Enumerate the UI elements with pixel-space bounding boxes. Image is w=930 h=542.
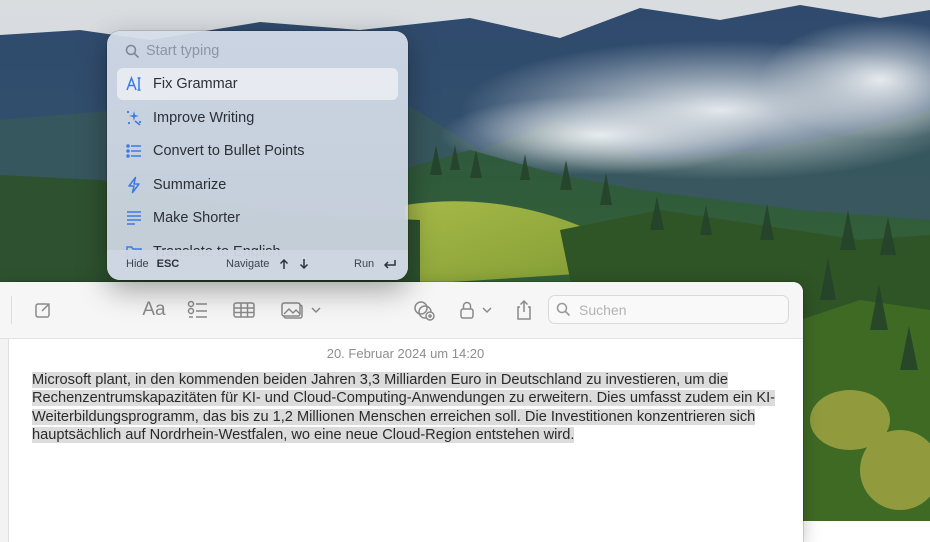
- note-body-text[interactable]: Microsoft plant, in den kommenden beiden…: [32, 371, 778, 445]
- menu-item-summarize[interactable]: Summarize: [117, 169, 398, 201]
- lock-button[interactable]: [456, 296, 496, 324]
- search-icon: [125, 44, 140, 58]
- menu-item-convert-bullet-points[interactable]: Convert to Bullet Points: [117, 135, 398, 167]
- note-date: 20. Februar 2024 um 14:20: [326, 346, 485, 361]
- hide-hint[interactable]: Hide ESC: [126, 258, 179, 270]
- notes-search-field[interactable]: [548, 295, 789, 324]
- notes-window: Aa Suchen 20. Februar 2024 um 14:20 Micr…: [0, 282, 803, 542]
- return-key-icon: [384, 260, 396, 269]
- lock-icon: [460, 301, 474, 319]
- esc-key-label: ESC: [156, 258, 180, 270]
- palette-search[interactable]: [125, 40, 388, 62]
- run-hint[interactable]: Run: [354, 258, 397, 270]
- menu-item-label: Make Shorter: [153, 210, 241, 226]
- collaborate-icon: [414, 301, 435, 321]
- compose-button[interactable]: [31, 296, 55, 324]
- sparkles-icon: [123, 102, 145, 134]
- font-format-icon: Aa: [142, 299, 166, 320]
- arrow-down-icon: [300, 259, 309, 270]
- media-button[interactable]: [279, 296, 323, 324]
- checklist-icon: [187, 300, 207, 318]
- menu-item-fix-grammar[interactable]: Fix Grammar: [117, 68, 398, 100]
- arrow-up-icon: [280, 258, 289, 269]
- chevron-down-icon: [482, 307, 492, 314]
- share-icon: [517, 299, 531, 320]
- compose-icon: [35, 302, 51, 318]
- share-button[interactable]: [513, 296, 535, 324]
- table-icon: [233, 302, 255, 318]
- palette-search-input[interactable]: [144, 42, 388, 60]
- menu-item-make-shorter[interactable]: Make Shorter: [117, 202, 398, 234]
- fix-grammar-icon: [123, 68, 145, 100]
- palette-footer: Hide ESC Navigate Run: [107, 250, 408, 280]
- navigate-label: Navigate: [226, 258, 270, 270]
- checklist-button[interactable]: [185, 296, 211, 324]
- run-label: Run: [354, 258, 375, 270]
- format-button[interactable]: Aa: [139, 296, 169, 324]
- media-icon: [281, 302, 303, 319]
- chevron-down-icon: [311, 307, 321, 314]
- hide-label: Hide: [126, 258, 149, 270]
- notes-toolbar: Aa: [0, 282, 803, 339]
- notes-search-input[interactable]: [577, 300, 771, 319]
- search-icon: [556, 302, 571, 317]
- notes-sidebar-edge: [0, 339, 9, 542]
- table-button[interactable]: [231, 296, 257, 324]
- menu-item-label: Fix Grammar: [153, 76, 238, 92]
- writing-tools-menu: Fix Grammar Improve Writing Convert to B…: [117, 68, 398, 258]
- bolt-icon: [123, 169, 145, 201]
- menu-item-improve-writing[interactable]: Improve Writing: [117, 102, 398, 134]
- selected-text[interactable]: Microsoft plant, in den kommenden beiden…: [32, 372, 776, 444]
- menu-item-label: Summarize: [153, 176, 227, 193]
- navigate-hint: Navigate: [226, 258, 310, 270]
- collaborate-button[interactable]: [411, 296, 437, 324]
- writing-tools-palette: Fix Grammar Improve Writing Convert to: [107, 31, 408, 280]
- toolbar-divider: [11, 296, 12, 324]
- lines-shorter-icon: [123, 202, 145, 234]
- menu-item-label: Convert to Bullet Points: [153, 143, 305, 159]
- menu-item-label: Improve Writing: [153, 109, 255, 126]
- bullet-list-icon: [123, 135, 145, 167]
